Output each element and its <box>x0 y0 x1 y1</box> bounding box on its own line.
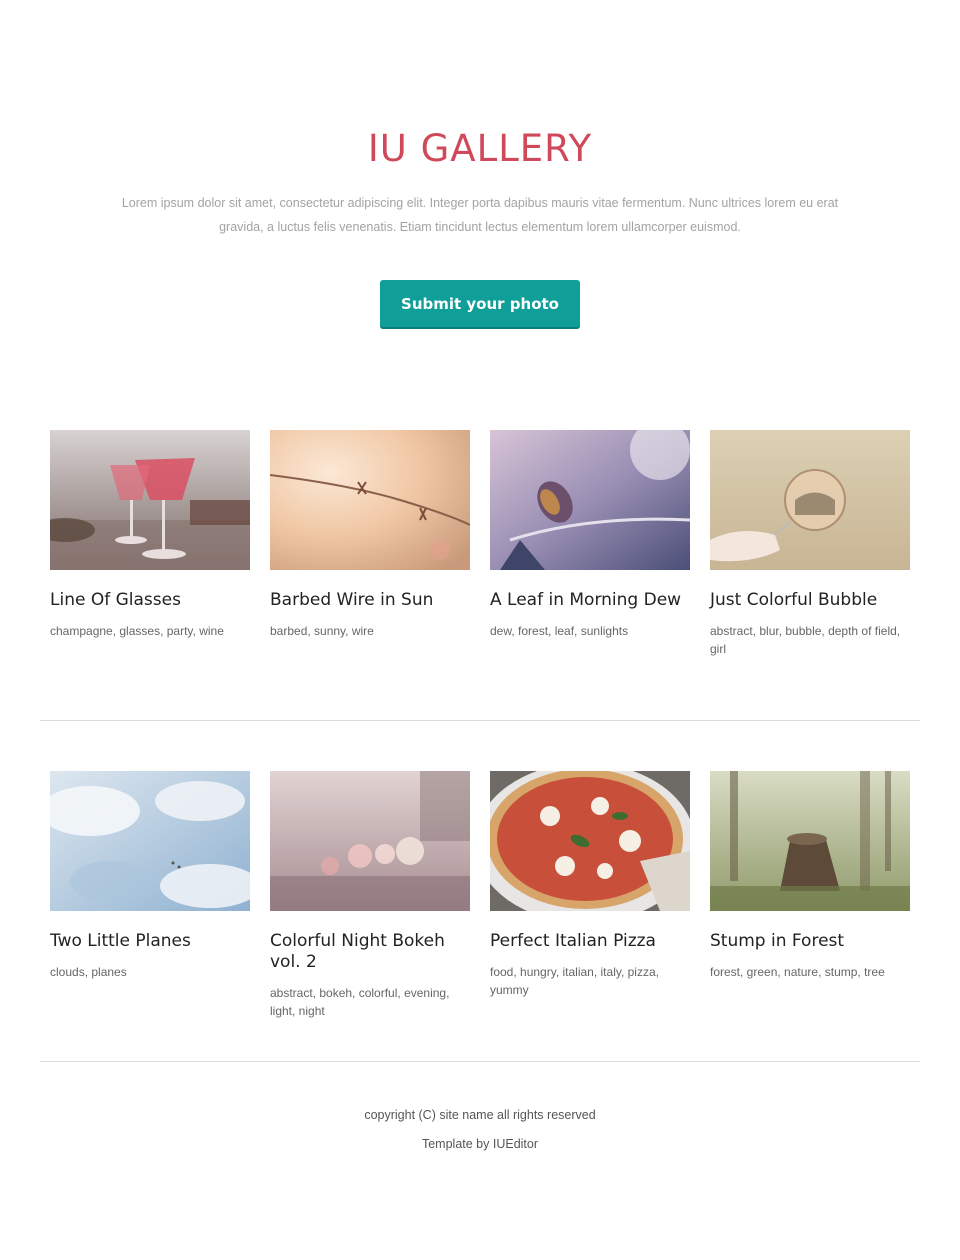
card-tags: dew, forest, leaf, sunlights <box>490 624 629 638</box>
bubble-photo[interactable] <box>710 430 910 570</box>
card-title[interactable]: Line Of Glasses <box>50 590 250 611</box>
card-tags: forest, green, nature, stump, tree <box>710 965 885 979</box>
dewy-leaf-photo[interactable] <box>490 430 690 570</box>
footer-copyright: copyright (C) site name all rights reser… <box>364 1108 596 1122</box>
card-title[interactable]: Stump in Forest <box>710 931 910 952</box>
card-tags: barbed, sunny, wire <box>270 624 374 638</box>
card-title[interactable]: A Leaf in Morning Dew <box>490 590 690 611</box>
card-title[interactable]: Two Little Planes <box>50 931 250 952</box>
page-title: IU GALLERY <box>367 127 593 170</box>
night-bokeh-photo[interactable] <box>270 771 470 911</box>
submit-photo-button[interactable]: Submit your photo <box>380 280 580 327</box>
card-tags: abstract, blur, bubble, depth of field, … <box>710 624 901 656</box>
footer-credit[interactable]: Template by IUEditor <box>0 1137 960 1151</box>
card-tags: abstract, bokeh, colorful, evening, ligh… <box>270 986 450 1018</box>
gallery-card[interactable]: Just Colorful Bubble abstract, blur, bub… <box>710 430 910 656</box>
gallery-card[interactable]: Perfect Italian Pizza food, hungry, ital… <box>490 771 690 997</box>
divider <box>40 1061 920 1062</box>
gallery-card[interactable]: Colorful Night Bokeh vol. 2 abstract, bo… <box>270 771 470 1018</box>
gallery-card[interactable]: Two Little Planes clouds, planes <box>50 771 250 979</box>
divider <box>40 720 920 721</box>
card-tags: food, hungry, italian, italy, pizza, yum… <box>490 965 659 997</box>
sky-planes-photo[interactable] <box>50 771 250 911</box>
gallery-card[interactable]: Barbed Wire in Sun barbed, sunny, wire <box>270 430 470 638</box>
pizza-photo[interactable] <box>490 771 690 911</box>
gallery-card[interactable]: A Leaf in Morning Dew dew, forest, leaf,… <box>490 430 690 638</box>
card-tags: champagne, glasses, party, wine <box>50 624 224 638</box>
barbed-wire-photo[interactable] <box>270 430 470 570</box>
forest-stump-photo[interactable] <box>710 771 910 911</box>
card-title[interactable]: Barbed Wire in Sun <box>270 590 470 611</box>
card-title[interactable]: Just Colorful Bubble <box>710 590 910 611</box>
intro-text: Lorem ipsum dolor sit amet, consectetur … <box>121 196 839 234</box>
card-tags: clouds, planes <box>50 965 127 979</box>
gallery-card[interactable]: Line Of Glasses champagne, glasses, part… <box>50 430 250 638</box>
gallery-card[interactable]: Stump in Forest forest, green, nature, s… <box>710 771 910 979</box>
card-title[interactable]: Colorful Night Bokeh vol. 2 <box>270 931 470 973</box>
card-title[interactable]: Perfect Italian Pizza <box>490 931 690 952</box>
wine-glasses-photo[interactable] <box>50 430 250 570</box>
